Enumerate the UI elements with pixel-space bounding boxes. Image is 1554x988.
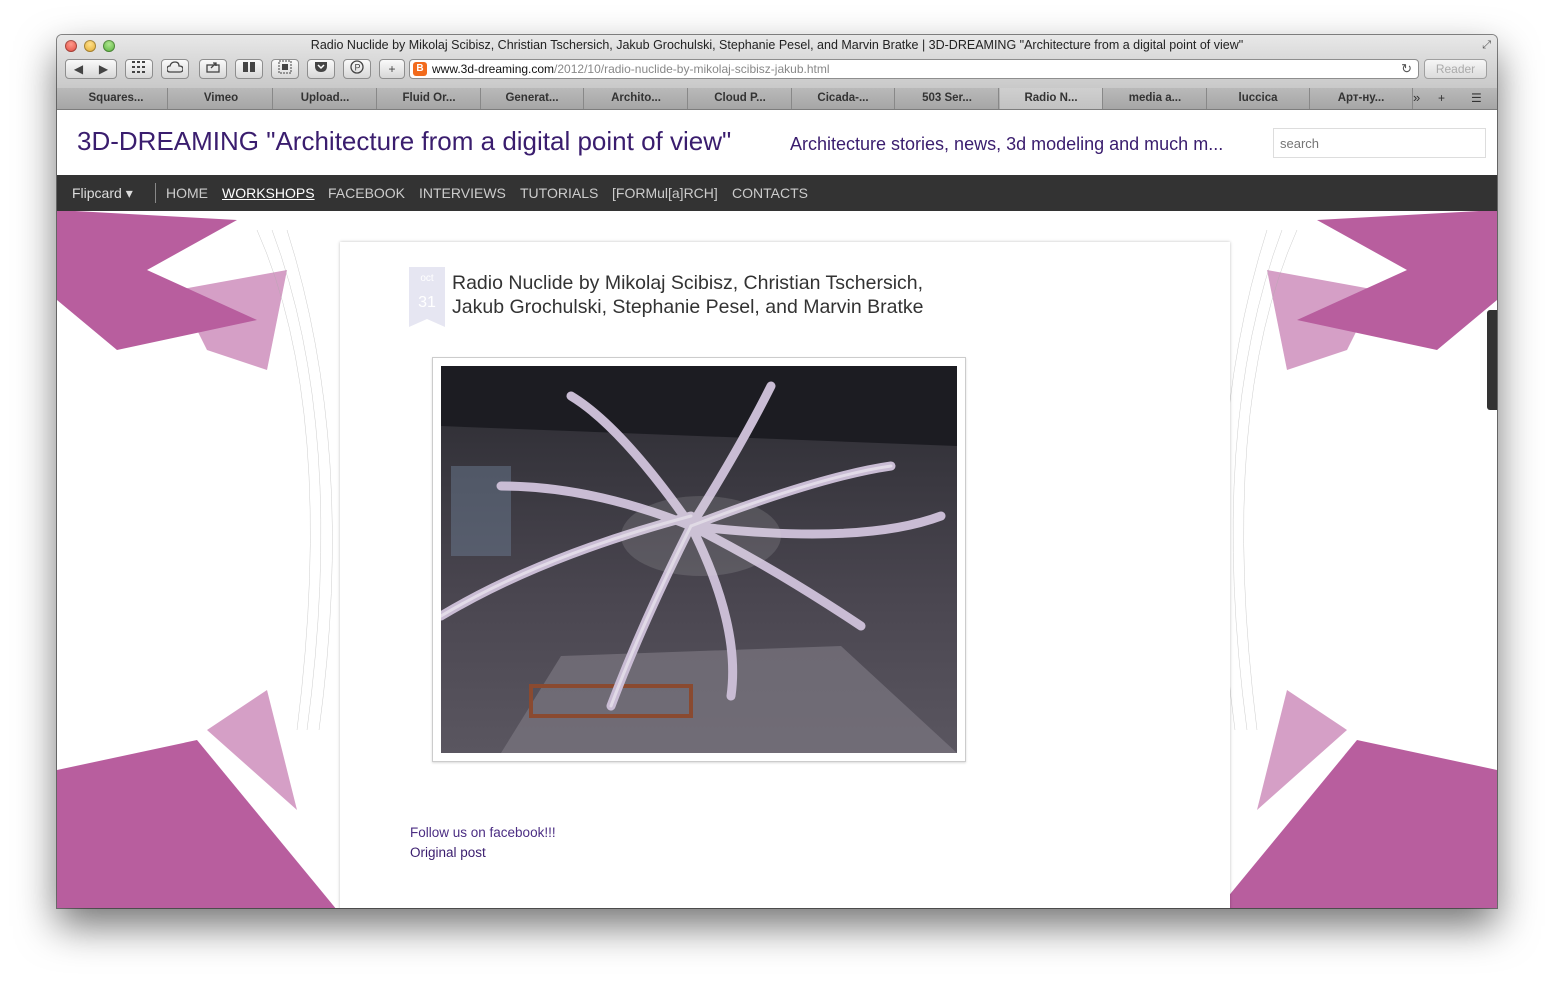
bookmark-item[interactable]: Vimeo (170, 88, 273, 109)
post-image[interactable] (441, 366, 957, 753)
blogger-favicon-icon: B (413, 62, 427, 76)
bookmark-item[interactable]: Fluid Or... (378, 88, 481, 109)
url-text: www.3d-dreaming.com/2012/10/radio-nuclid… (432, 62, 830, 76)
scrollbar-thumb[interactable] (1487, 310, 1497, 410)
menu-interviews[interactable]: INTERVIEWS (419, 185, 506, 201)
more-bookmarks-icon[interactable]: » (1413, 88, 1420, 108)
pocket-icon (315, 62, 327, 72)
bookmark-item[interactable]: Radio N... (1000, 88, 1103, 109)
menu-workshops[interactable]: WORKSHOPS (222, 185, 315, 201)
bookmark-item[interactable]: Archito... (585, 88, 688, 109)
pinterest-icon: P (350, 60, 364, 74)
pinterest-button[interactable]: P (343, 59, 371, 79)
back-forward-buttons[interactable]: ◀ ▶ (65, 59, 117, 79)
bookmark-item[interactable]: Generat... (481, 88, 584, 109)
caret-down-icon: ▾ (125, 185, 133, 201)
bookmark-item[interactable]: Арт-ну... (1310, 88, 1413, 109)
bookmark-item[interactable]: Cicada-... (792, 88, 895, 109)
share-button[interactable] (199, 59, 227, 79)
reader-button[interactable]: Reader (1424, 59, 1487, 79)
browser-window: Radio Nuclide by Mikolaj Scibisz, Christ… (57, 35, 1497, 908)
menu-divider (155, 183, 156, 203)
bookmark-item[interactable]: 503 Ser... (896, 88, 999, 109)
site-header: 3D-DREAMING "Architecture from a digital… (57, 110, 1497, 175)
site-subtitle: Architecture stories, news, 3d modeling … (790, 134, 1224, 154)
bookmark-item[interactable]: Squares... (65, 88, 168, 109)
menu-facebook[interactable]: FACEBOOK (328, 185, 405, 201)
facebook-link[interactable]: Follow us on facebook!!! (410, 825, 556, 840)
main-menu: Flipcard ▾ HOME WORKSHOPS FACEBOOK INTER… (57, 175, 1497, 211)
menu-formularch[interactable]: [FORMul[a]RCH] (612, 185, 718, 201)
tab-overview-icon[interactable]: ☰ (1471, 88, 1482, 108)
bookmark-item[interactable]: Upload... (274, 88, 377, 109)
date-month: oct (420, 273, 434, 284)
new-tab-icon[interactable]: + (1438, 88, 1445, 108)
date-day: 31 (418, 294, 436, 311)
top-sites-button[interactable] (125, 59, 153, 79)
bookmark-item[interactable]: media a... (1104, 88, 1207, 109)
blog-post: oct 31 Radio Nuclide by Mikolaj Scibisz,… (340, 242, 1230, 908)
date-badge: oct 31 (409, 267, 445, 327)
original-post-link[interactable]: Original post (410, 845, 486, 860)
page-content: 3D-DREAMING "Architecture from a digital… (57, 110, 1497, 908)
menu-tutorials[interactable]: TUTORIALS (520, 185, 598, 201)
capture-icon (278, 60, 292, 74)
back-button[interactable]: ◀ (66, 60, 91, 78)
address-bar[interactable]: B www.3d-dreaming.com/2012/10/radio-nucl… (409, 59, 1419, 79)
share-icon (206, 62, 220, 73)
screenshot-button[interactable] (271, 59, 299, 79)
search-input[interactable] (1273, 128, 1486, 158)
bookmark-item[interactable]: Cloud P... (689, 88, 792, 109)
sidebar-icon (243, 62, 255, 72)
bookmark-item[interactable]: luccica (1207, 88, 1310, 109)
icloud-button[interactable] (161, 59, 189, 79)
pocket-button[interactable] (307, 59, 335, 79)
menu-home[interactable]: HOME (166, 185, 208, 201)
plus-icon: + (388, 62, 396, 76)
right-decoration-image (1218, 210, 1497, 908)
fullscreen-icon[interactable]: ⤢ (1482, 39, 1491, 52)
window-title: Radio Nuclide by Mikolaj Scibisz, Christ… (310, 38, 1244, 52)
cloud-icon (166, 61, 184, 73)
svg-text:P: P (355, 63, 361, 73)
menu-contacts[interactable]: CONTACTS (732, 185, 808, 201)
flipcard-dropdown[interactable]: Flipcard ▾ (72, 185, 133, 202)
post-title[interactable]: Radio Nuclide by Mikolaj Scibisz, Christ… (452, 271, 972, 319)
site-title[interactable]: 3D-DREAMING "Architecture from a digital… (77, 126, 731, 157)
grid-icon (132, 61, 145, 73)
sidebar-button[interactable] (235, 59, 263, 79)
forward-button[interactable]: ▶ (91, 60, 116, 78)
left-decoration-image (57, 210, 336, 908)
reload-icon[interactable]: ↻ (1401, 61, 1412, 77)
add-bookmark-button[interactable]: + (379, 59, 405, 79)
title-bar: Radio Nuclide by Mikolaj Scibisz, Christ… (57, 35, 1497, 89)
bookmarks-bar: » + ☰ Squares... Vimeo Upload... Fluid Or..… (57, 88, 1497, 110)
post-image-frame (432, 357, 966, 762)
